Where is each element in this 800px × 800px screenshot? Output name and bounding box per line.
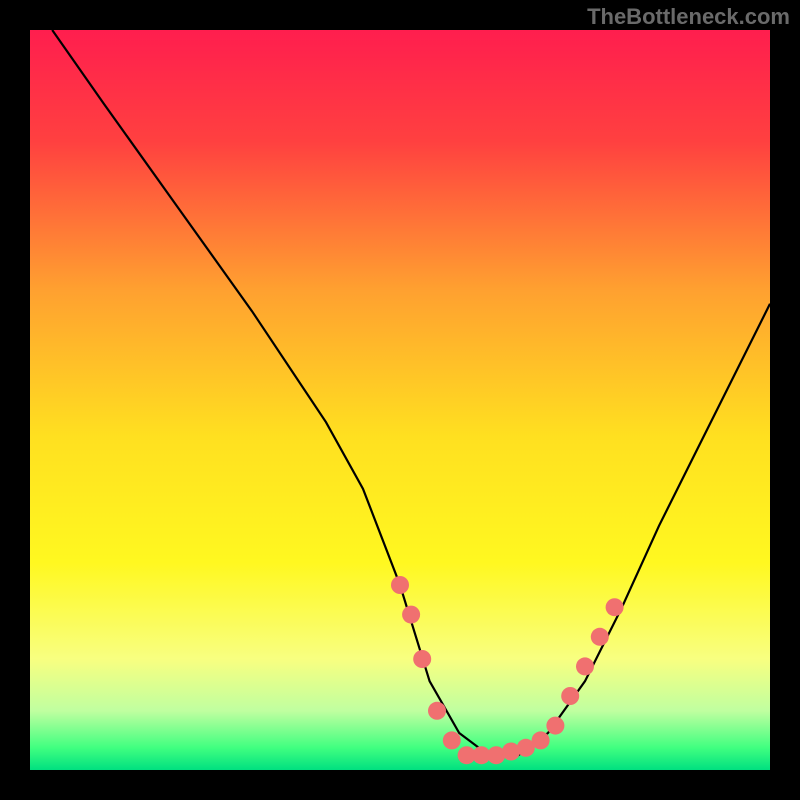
data-marker [546, 717, 564, 735]
data-marker [443, 731, 461, 749]
plot-background [30, 30, 770, 770]
data-marker [606, 598, 624, 616]
data-marker [428, 702, 446, 720]
chart-container: TheBottleneck.com [0, 0, 800, 800]
data-marker [591, 628, 609, 646]
data-marker [402, 606, 420, 624]
data-marker [561, 687, 579, 705]
data-marker [532, 731, 550, 749]
data-marker [413, 650, 431, 668]
data-marker [391, 576, 409, 594]
watermark-text: TheBottleneck.com [587, 4, 790, 30]
chart-svg [0, 0, 800, 800]
data-marker [576, 657, 594, 675]
